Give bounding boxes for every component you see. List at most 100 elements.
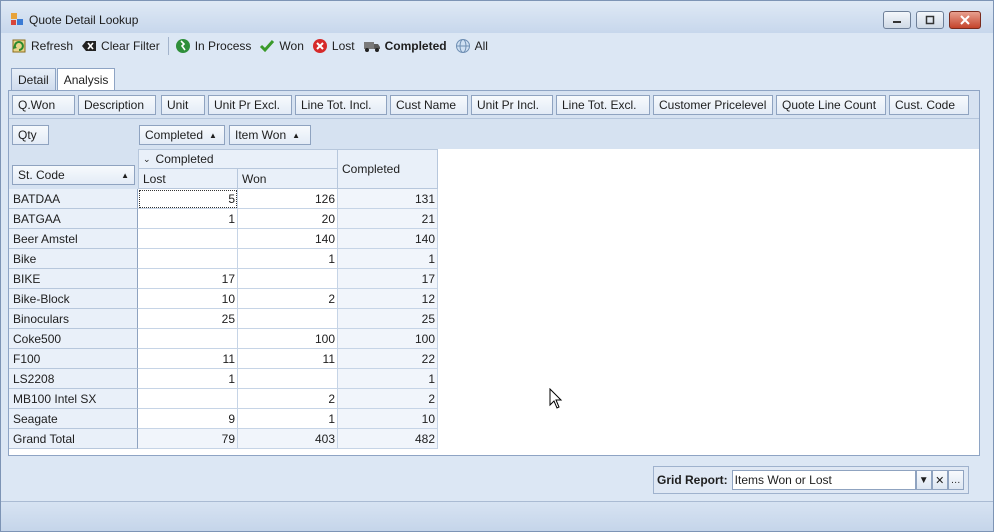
pivot-cell-total[interactable]: 1 [338, 249, 438, 269]
pivot-cell-won[interactable]: 1 [238, 249, 338, 269]
completed-button[interactable]: Completed [363, 38, 447, 54]
row-header[interactable]: BATDAA [9, 189, 138, 209]
filter-field-q-won[interactable]: Q.Won [12, 95, 75, 115]
pivot-cell-total[interactable]: 10 [338, 409, 438, 429]
pivot-cell-total[interactable]: 21 [338, 209, 438, 229]
row-header[interactable]: Seagate [9, 409, 138, 429]
pivot-cell-total[interactable]: 100 [338, 329, 438, 349]
lost-button[interactable]: Lost [312, 38, 355, 54]
grid-report-more-button[interactable]: … [947, 470, 964, 490]
column-header-lost[interactable]: Lost [138, 168, 238, 189]
row-header[interactable]: Bike [9, 249, 138, 269]
in-process-label: In Process [194, 39, 252, 53]
pivot-cell-lost[interactable] [138, 249, 238, 269]
pivot-cell-won[interactable]: 2 [238, 289, 338, 309]
lost-icon [312, 39, 327, 53]
pivot-cell-lost[interactable]: 17 [138, 269, 238, 289]
grand-total-cell[interactable]: 403 [238, 429, 338, 449]
column-header-total[interactable]: Completed [337, 149, 438, 189]
pivot-cell-won[interactable] [238, 369, 338, 389]
sort-asc-icon: ▲ [121, 170, 129, 180]
pivot-cell-won[interactable]: 20 [238, 209, 338, 229]
filter-field-customer-pricelevel[interactable]: Customer Pricelevel [653, 95, 773, 115]
filter-field-line-tot-incl[interactable]: Line Tot. Incl. [295, 95, 387, 115]
restore-icon [925, 15, 935, 25]
clear-filter-button[interactable]: Clear Filter [81, 38, 160, 54]
pivot-cell-lost[interactable] [138, 329, 238, 349]
grand-total-cell[interactable]: 482 [338, 429, 438, 449]
column-field-completed[interactable]: Completed ▲ [139, 125, 225, 145]
pivot-cell-won[interactable] [238, 309, 338, 329]
filter-field-description[interactable]: Description [78, 95, 156, 115]
pivot-cell-lost[interactable]: 9 [138, 409, 238, 429]
column-field-item-won[interactable]: Item Won ▲ [229, 125, 311, 145]
pivot-cell-total[interactable]: 17 [338, 269, 438, 289]
in-process-button[interactable]: In Process [175, 38, 252, 54]
all-button[interactable]: All [455, 38, 488, 54]
filter-field-line-tot-excl[interactable]: Line Tot. Excl. [556, 95, 650, 115]
column-header-won[interactable]: Won [237, 168, 338, 189]
pivot-cell-won[interactable]: 1 [238, 409, 338, 429]
row-header[interactable]: BATGAA [9, 209, 138, 229]
close-icon [960, 15, 970, 25]
pivot-cell-lost[interactable]: 1 [138, 369, 238, 389]
pivot-cell-lost[interactable]: 25 [138, 309, 238, 329]
minimize-icon [893, 21, 901, 23]
status-bar [1, 501, 993, 531]
toolbar-separator [167, 37, 169, 55]
filter-field-unit[interactable]: Unit [161, 95, 205, 115]
refresh-button[interactable]: Refresh [11, 38, 73, 54]
row-field-st-code[interactable]: St. Code ▲ [12, 165, 135, 185]
pivot-cell-lost[interactable]: 10 [138, 289, 238, 309]
row-header[interactable]: MB100 Intel SX [9, 389, 138, 409]
tab-analysis[interactable]: Analysis [56, 68, 116, 91]
row-header[interactable]: LS2208 [9, 369, 138, 389]
pivot-cell-lost[interactable]: 5 [138, 189, 238, 209]
row-header[interactable]: Bike-Block [9, 289, 138, 309]
pivot-cell-total[interactable]: 25 [338, 309, 438, 329]
grand-total-label[interactable]: Grand Total [9, 429, 138, 449]
tab-strip: Detail Analysis [11, 68, 116, 91]
row-header[interactable]: Coke500 [9, 329, 138, 349]
row-header[interactable]: Binoculars [9, 309, 138, 329]
filter-field-quote-line-count[interactable]: Quote Line Count [776, 95, 886, 115]
filter-field-cust-code[interactable]: Cust. Code [889, 95, 969, 115]
row-header[interactable]: Beer Amstel [9, 229, 138, 249]
maximize-button[interactable] [916, 11, 944, 29]
pivot-cell-won[interactable] [238, 269, 338, 289]
data-field-qty[interactable]: Qty [12, 125, 49, 145]
pivot-cell-won[interactable]: 100 [238, 329, 338, 349]
pivot-cell-total[interactable]: 2 [338, 389, 438, 409]
pivot-cell-won[interactable]: 11 [238, 349, 338, 369]
pivot-cell-total[interactable]: 1 [338, 369, 438, 389]
pivot-cell-lost[interactable]: 11 [138, 349, 238, 369]
minimize-button[interactable] [883, 11, 911, 29]
grid-report-input[interactable]: Items Won or Lost [731, 470, 916, 490]
filter-field-unit-pr-incl[interactable]: Unit Pr Incl. [471, 95, 553, 115]
pivot-cell-won[interactable]: 126 [238, 189, 338, 209]
column-group-header[interactable]: ⌄ Completed [138, 149, 338, 169]
row-header[interactable]: F100 [9, 349, 138, 369]
app-icon [11, 13, 23, 25]
chevron-down-icon: ▼ [918, 474, 929, 486]
tab-detail[interactable]: Detail [11, 68, 56, 90]
completed-label: Completed [384, 39, 447, 53]
pivot-cell-total[interactable]: 12 [338, 289, 438, 309]
pivot-cell-total[interactable]: 140 [338, 229, 438, 249]
pivot-cell-lost[interactable] [138, 389, 238, 409]
in-process-icon [175, 39, 190, 53]
grand-total-cell[interactable]: 79 [138, 429, 238, 449]
pivot-cell-total[interactable]: 22 [338, 349, 438, 369]
filter-field-cust-name[interactable]: Cust Name [390, 95, 468, 115]
pivot-cell-lost[interactable] [138, 229, 238, 249]
filter-field-unit-pr-excl[interactable]: Unit Pr Excl. [208, 95, 292, 115]
row-header[interactable]: BIKE [9, 269, 138, 289]
won-button[interactable]: Won [259, 38, 304, 54]
grid-report-clear-button[interactable]: ✕ [931, 470, 948, 490]
pivot-cell-won[interactable]: 140 [238, 229, 338, 249]
grid-report-dropdown-button[interactable]: ▼ [915, 470, 932, 490]
pivot-cell-total[interactable]: 131 [338, 189, 438, 209]
pivot-cell-won[interactable]: 2 [238, 389, 338, 409]
close-button[interactable] [949, 11, 981, 29]
pivot-cell-lost[interactable]: 1 [138, 209, 238, 229]
